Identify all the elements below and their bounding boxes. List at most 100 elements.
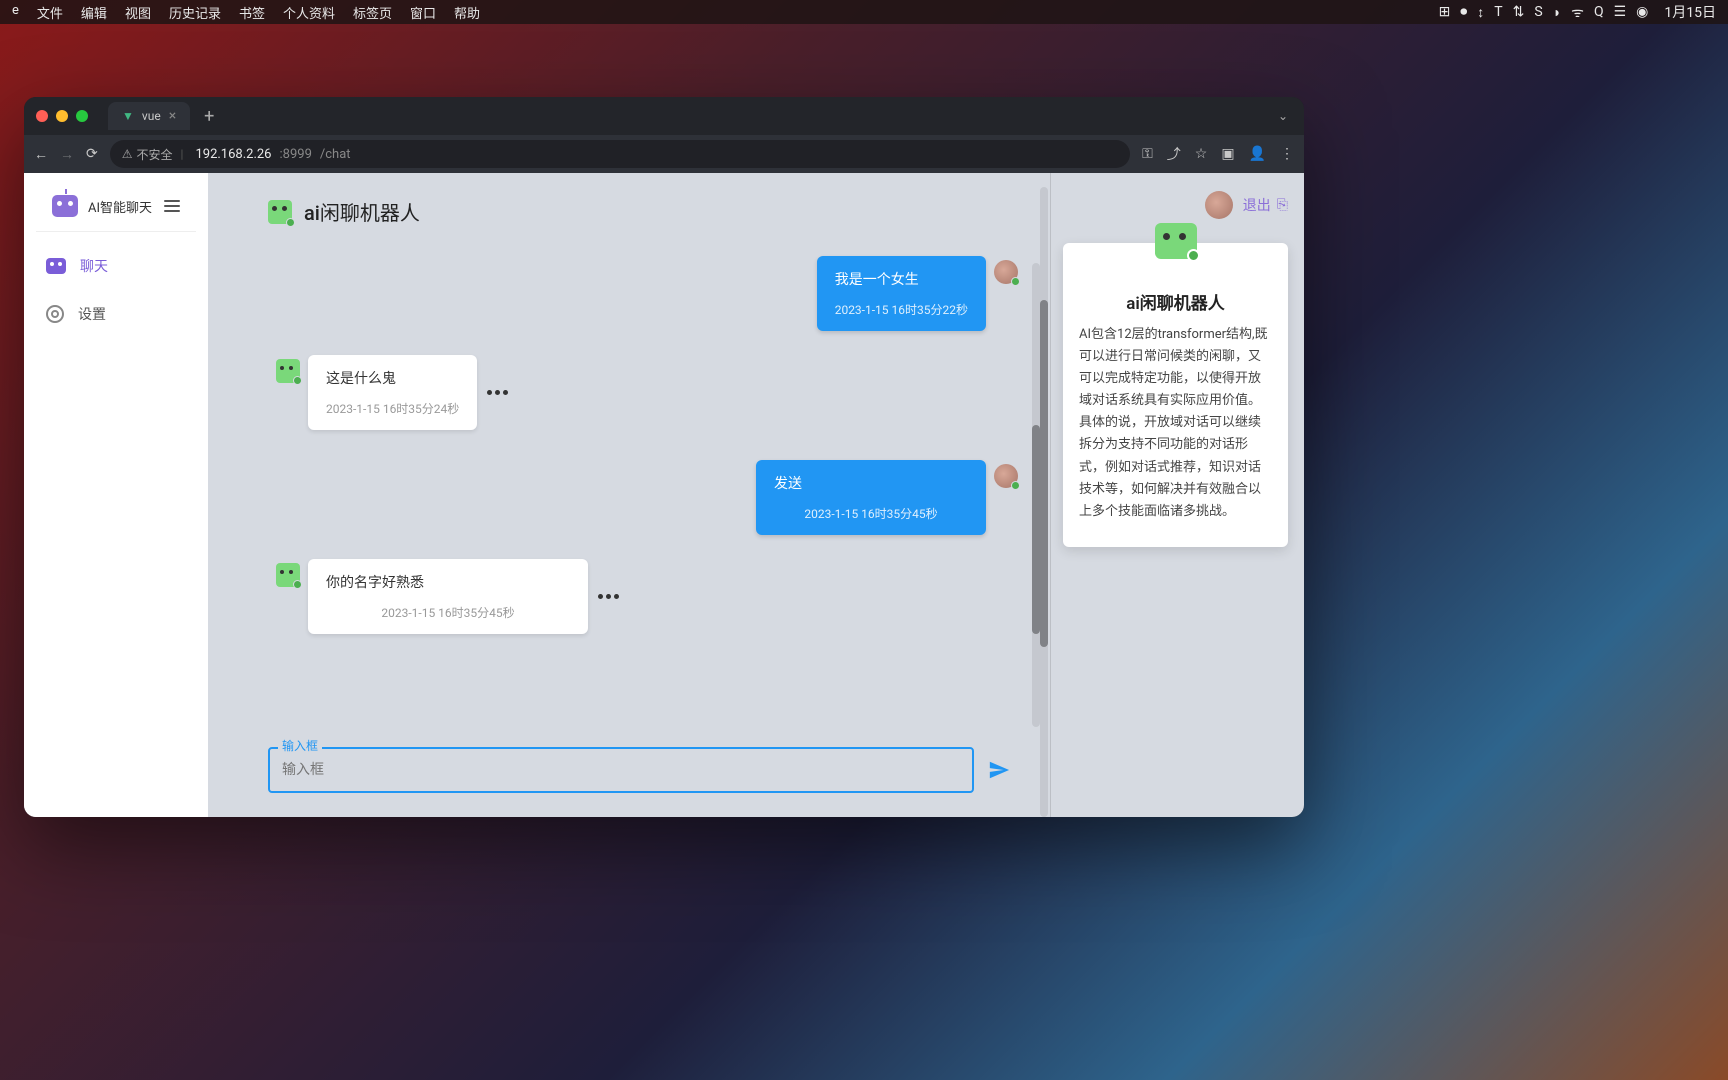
- logout-label: 退出: [1243, 195, 1271, 215]
- message-timestamp: 2023-1-15 16时35分22秒: [835, 301, 968, 319]
- bot-avatar-icon: [1155, 223, 1197, 259]
- chat-scrollbar[interactable]: [1032, 263, 1040, 727]
- message-row: 发送 2023-1-15 16时35分45秒: [268, 460, 1026, 535]
- message-bubble: 这是什么鬼 2023-1-15 16时35分24秒: [308, 355, 477, 430]
- window-dropdown-button[interactable]: ⌄: [1278, 109, 1292, 123]
- bookmark-icon[interactable]: ☆: [1195, 146, 1208, 162]
- sidepanel-icon[interactable]: ▣: [1221, 146, 1234, 162]
- url-host: 192.168.2.26: [195, 147, 271, 162]
- share-icon[interactable]: ⤴: [1167, 144, 1181, 164]
- status-icon[interactable]: S: [1534, 4, 1542, 20]
- logout-button[interactable]: 退出 ⎘: [1243, 195, 1288, 215]
- browser-tabs-row: ▼ vue × + ⌄: [24, 97, 1304, 135]
- message-row: 你的名字好熟悉 2023-1-15 16时35分45秒: [268, 559, 1026, 634]
- battery-icon[interactable]: ◗: [1553, 4, 1561, 21]
- message-timestamp: 2023-1-15 16时35分45秒: [774, 505, 968, 523]
- macos-menubar: e 文件 编辑 视图 历史记录 书签 个人资料 标签页 窗口 帮助 ⊞ ⏺ ↕ …: [0, 0, 1728, 24]
- browser-window: ▼ vue × + ⌄ ← → ⟳ ⚠ 不安全 | 192.168.2.26 :8…: [24, 97, 1304, 817]
- address-bar[interactable]: ⚠ 不安全 | 192.168.2.26:8999/chat: [110, 140, 1130, 168]
- menu-item[interactable]: 书签: [239, 3, 265, 22]
- menu-item[interactable]: 视图: [125, 3, 151, 22]
- status-icon[interactable]: ⇅: [1513, 4, 1525, 20]
- message-timestamp: 2023-1-15 16时35分24秒: [326, 400, 459, 418]
- message-text: 这是什么鬼: [326, 369, 459, 390]
- sidebar-item-settings[interactable]: 设置: [24, 290, 208, 338]
- tab-title: vue: [142, 109, 161, 123]
- password-icon[interactable]: ⚿: [1142, 146, 1153, 162]
- menu-item[interactable]: 窗口: [410, 3, 436, 22]
- url-port: :8999: [280, 147, 312, 162]
- scrollbar-thumb[interactable]: [1032, 425, 1040, 634]
- chat-scrollbar[interactable]: [1040, 187, 1048, 817]
- menubar-date[interactable]: 1月15日: [1664, 2, 1716, 22]
- message-bubble: 你的名字好熟悉 2023-1-15 16时35分45秒: [308, 559, 588, 634]
- sidebar-item-label: 聊天: [80, 256, 108, 276]
- reload-button[interactable]: ⟳: [86, 146, 98, 162]
- status-icon[interactable]: ⊞: [1439, 4, 1451, 20]
- scrollbar-thumb[interactable]: [1040, 300, 1048, 647]
- new-tab-button[interactable]: +: [198, 106, 220, 127]
- chat-input[interactable]: [268, 747, 974, 793]
- kebab-menu-icon[interactable]: ⋮: [1280, 146, 1294, 162]
- menu-item[interactable]: 帮助: [454, 3, 480, 22]
- input-label: 输入框: [278, 737, 322, 754]
- user-avatar-icon[interactable]: [1205, 191, 1233, 219]
- message-actions-icon[interactable]: [487, 390, 508, 395]
- menu-item[interactable]: 标签页: [353, 3, 392, 22]
- send-button[interactable]: [988, 759, 1010, 781]
- insecure-badge: ⚠ 不安全 |: [122, 146, 188, 163]
- robot-icon: [46, 258, 66, 274]
- message-timestamp: 2023-1-15 16时35分45秒: [326, 604, 570, 622]
- bot-avatar-icon: [268, 200, 292, 224]
- status-icon[interactable]: ↕: [1477, 4, 1484, 21]
- browser-url-bar: ← → ⟳ ⚠ 不安全 | 192.168.2.26:8999/chat ⚿ ⤴…: [24, 135, 1304, 173]
- traffic-light-minimize[interactable]: [56, 110, 68, 122]
- bot-info-card: ai闲聊机器人 AI包含12层的transformer结构,既可以进行日常问候类…: [1063, 243, 1288, 547]
- close-tab-button[interactable]: ×: [169, 108, 176, 124]
- search-icon[interactable]: Q: [1594, 4, 1604, 20]
- vue-icon: ▼: [122, 109, 134, 123]
- bot-avatar-icon: [276, 563, 300, 587]
- sidebar-item-chat[interactable]: 聊天: [24, 242, 208, 290]
- status-icon[interactable]: ⏺: [1460, 4, 1467, 20]
- menu-item[interactable]: 历史记录: [169, 3, 221, 22]
- menu-item[interactable]: 编辑: [81, 3, 107, 22]
- send-icon: [988, 759, 1010, 781]
- bot-info-title: ai闲聊机器人: [1079, 289, 1272, 314]
- bot-info-description: AI包含12层的transformer结构,既可以进行日常问候类的闲聊，又可以完…: [1079, 324, 1272, 523]
- control-center-icon[interactable]: ☰: [1614, 4, 1627, 20]
- traffic-light-zoom[interactable]: [76, 110, 88, 122]
- status-icon[interactable]: T: [1494, 4, 1502, 20]
- siri-icon[interactable]: ◉: [1636, 4, 1648, 20]
- profile-icon[interactable]: 👤: [1249, 146, 1266, 162]
- gear-icon: [46, 305, 64, 323]
- app-sidebar: AI智能聊天 聊天 设置: [24, 173, 208, 817]
- message-bubble: 发送 2023-1-15 16时35分45秒: [756, 460, 986, 535]
- app-title: AI智能聊天: [88, 197, 154, 216]
- info-panel: 退出 ⎘ ai闲聊机器人 AI包含12层的transformer结构,既可以进行…: [1050, 173, 1304, 817]
- message-text: 你的名字好熟悉: [326, 573, 570, 594]
- browser-tab[interactable]: ▼ vue ×: [108, 102, 190, 130]
- logout-icon: ⎘: [1277, 197, 1288, 213]
- wifi-icon[interactable]: ᯤ: [1571, 3, 1584, 22]
- chat-area: ai闲聊机器人 我是一个女生 2023-1-15 16时35分22秒: [208, 173, 1050, 817]
- warning-icon: ⚠: [122, 147, 133, 161]
- message-bubble: 我是一个女生 2023-1-15 16时35分22秒: [817, 256, 986, 331]
- sidebar-item-label: 设置: [78, 304, 106, 324]
- messages-list: 我是一个女生 2023-1-15 16时35分22秒 这是什么鬼 2023-1-…: [268, 240, 1026, 739]
- app-logo-icon: [52, 195, 78, 217]
- message-row: 我是一个女生 2023-1-15 16时35分22秒: [268, 256, 1026, 331]
- message-text: 我是一个女生: [835, 270, 968, 291]
- menu-item[interactable]: 个人资料: [283, 3, 335, 22]
- traffic-light-close[interactable]: [36, 110, 48, 122]
- message-text: 发送: [774, 474, 968, 495]
- forward-button[interactable]: →: [60, 146, 74, 163]
- chat-header-title: ai闲聊机器人: [304, 197, 420, 226]
- message-actions-icon[interactable]: [598, 594, 619, 599]
- message-row: 这是什么鬼 2023-1-15 16时35分24秒: [268, 355, 1026, 430]
- menu-item[interactable]: 文件: [37, 3, 63, 22]
- bot-avatar-icon: [276, 359, 300, 383]
- menu-item[interactable]: e: [12, 3, 19, 22]
- back-button[interactable]: ←: [34, 146, 48, 163]
- hamburger-icon[interactable]: [164, 200, 180, 212]
